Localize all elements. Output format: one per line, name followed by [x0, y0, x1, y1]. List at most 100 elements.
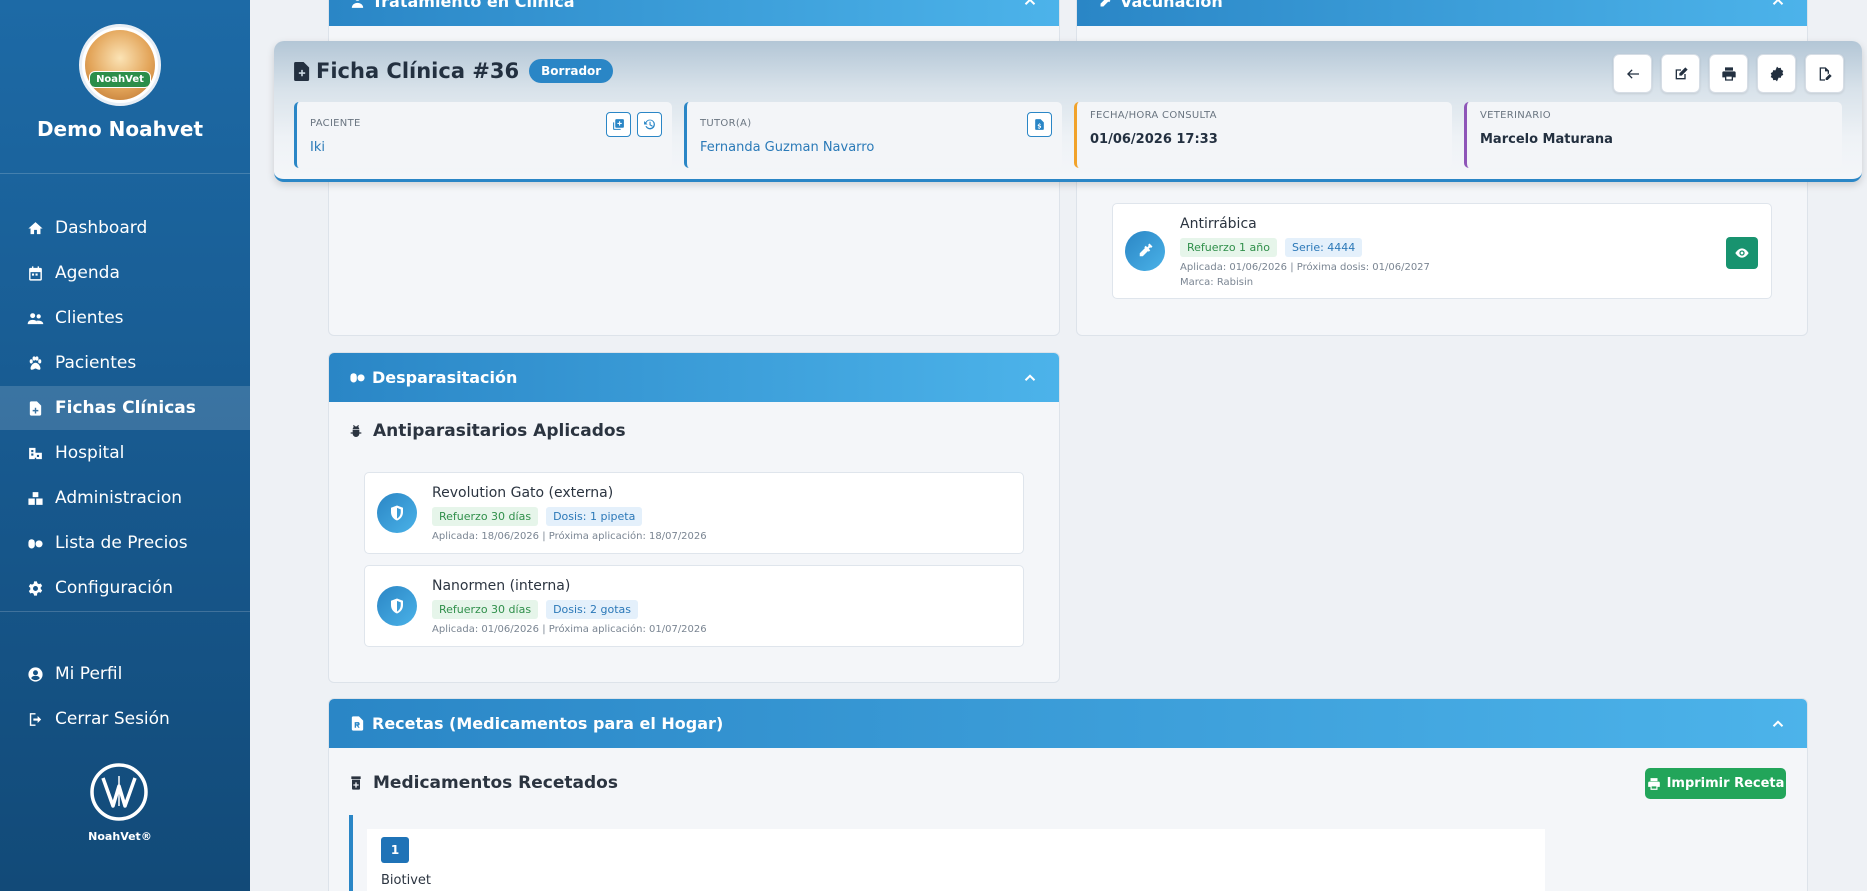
patient-history-button[interactable]: [637, 112, 662, 137]
deworming-panel: Desparasitación Antiparasitarios Aplicad…: [328, 352, 1060, 683]
user-doctor-icon: [351, 0, 364, 8]
view-vaccine-button[interactable]: [1726, 237, 1758, 269]
consult-datetime: 01/06/2026 17:33: [1090, 132, 1218, 147]
antiparasitic-name: Revolution Gato (externa): [432, 485, 614, 501]
deworming-title: Desparasitación: [372, 368, 518, 387]
serial-tag: Serie: 4444: [1285, 238, 1363, 257]
hospital-icon: [26, 444, 44, 462]
shield-icon: [377, 586, 417, 626]
record-header: Ficha Clínica #36 Borrador PACIENTE Iki …: [274, 41, 1862, 182]
sidebar-divider: [0, 611, 250, 612]
vaccine-dates: Aplicada: 01/06/2026 | Próxima dosis: 01…: [1180, 262, 1430, 273]
datetime-label: FECHA/HORA CONSULTA: [1090, 110, 1217, 121]
clinic-logo: NoahVet: [79, 24, 161, 106]
dose-tag: Dosis: 1 pipeta: [546, 507, 643, 526]
print-icon: [1721, 66, 1736, 81]
prescription-icon: [351, 716, 364, 731]
clinic-name: Demo Noahvet: [36, 117, 204, 141]
sidebar-item-dashboard[interactable]: Dashboard: [0, 206, 250, 250]
print-icon: [1647, 777, 1660, 790]
sidebar-item-label: Hospital: [55, 443, 125, 463]
prescription-item: 1 Biotivet: [367, 829, 1545, 891]
sidebar-item-mi-perfil[interactable]: Mi Perfil: [0, 652, 250, 696]
edit-button[interactable]: [1661, 54, 1700, 93]
file-medical-icon: [294, 61, 310, 81]
boxes-icon: [26, 489, 44, 507]
vaccine-brand: Marca: Rabisin: [1180, 277, 1254, 288]
bug-icon: [350, 425, 362, 437]
chevron-up-icon[interactable]: [1769, 0, 1787, 11]
tutor-box: TUTOR(A) Fernanda Guzman Navarro: [684, 102, 1062, 168]
sidebar-item-hospital[interactable]: Hospital: [0, 431, 250, 475]
antiparasitic-name: Nanormen (interna): [432, 578, 571, 594]
sign-button[interactable]: [1805, 54, 1844, 93]
sidebar-item-configuracion[interactable]: Configuración: [0, 566, 250, 610]
patient-link[interactable]: Iki: [310, 140, 325, 155]
sidebar-item-label: Agenda: [55, 263, 120, 283]
tutor-document-button[interactable]: [1027, 112, 1052, 137]
vaccine-name: Antirrábica: [1180, 216, 1257, 232]
sidebar-item-label: Mi Perfil: [55, 664, 123, 684]
file-invoice-icon: [1035, 119, 1044, 130]
prescription-name: Biotivet: [381, 873, 431, 888]
syringe-icon: [1125, 231, 1165, 271]
tutor-link[interactable]: Fernanda Guzman Navarro: [700, 140, 874, 155]
sidebar: NoahVet Demo Noahvet Dashboard Agenda Cl…: [0, 0, 250, 891]
sidebar-item-label: Pacientes: [55, 353, 137, 373]
tutor-label: TUTOR(A): [700, 118, 752, 129]
history-icon: [644, 119, 655, 130]
sidebar-item-pacientes[interactable]: Pacientes: [0, 341, 250, 385]
patient-box: PACIENTE Iki: [294, 102, 672, 168]
calendar-icon: [26, 264, 44, 282]
noahvet-logo: [90, 763, 148, 821]
file-signature-icon: [1819, 66, 1832, 81]
prescription-number: 1: [381, 837, 409, 863]
pills-icon: [350, 373, 365, 383]
sidebar-item-lista-precios[interactable]: Lista de Precios: [0, 521, 250, 565]
eye-icon: [1735, 248, 1749, 258]
booster-tag: Refuerzo 30 días: [432, 600, 539, 619]
antiparasitic-card: Nanormen (interna) Refuerzo 30 días Dosi…: [364, 565, 1024, 647]
footer-brand: NoahVet®: [88, 830, 152, 843]
status-badge: Borrador: [529, 59, 614, 83]
copy-plus-icon: [613, 119, 624, 130]
prescription-bottle-icon: [351, 776, 361, 790]
sidebar-item-administracion[interactable]: Administracion: [0, 476, 250, 520]
sidebar-item-fichas-clinicas[interactable]: Fichas Clínicas: [0, 386, 250, 430]
vaccination-panel-header[interactable]: Vacunación: [1077, 0, 1807, 26]
back-button[interactable]: [1613, 54, 1652, 93]
treatment-title: Tratamiento en Clínica: [372, 0, 575, 11]
certificate-seal-icon: [1770, 66, 1783, 81]
sidebar-item-clientes[interactable]: Clientes: [0, 296, 250, 340]
dose-tag: Dosis: 2 gotas: [546, 600, 638, 619]
sidebar-item-label: Cerrar Sesión: [55, 709, 170, 729]
antiparasitic-dates: Aplicada: 01/06/2026 | Próxima aplicació…: [432, 624, 707, 635]
paw-icon: [26, 354, 44, 372]
veterinarian-name: Marcelo Maturana: [1480, 132, 1613, 147]
sidebar-item-label: Lista de Precios: [55, 533, 188, 553]
patient-clone-button[interactable]: [606, 112, 631, 137]
consult-datetime-box: FECHA/HORA CONSULTA 01/06/2026 17:33: [1074, 102, 1452, 168]
chevron-up-icon[interactable]: [1021, 0, 1039, 11]
vaccine-card: Antirrábica Refuerzo 1 año Serie: 4444 A…: [1112, 203, 1772, 299]
veterinarian-box: VETERINARIO Marcelo Maturana: [1464, 102, 1842, 168]
chevron-up-icon[interactable]: [1769, 715, 1787, 733]
prescriptions-title: Recetas (Medicamentos para el Hogar): [372, 714, 724, 733]
users-icon: [26, 309, 44, 327]
logo-badge: NoahVet: [89, 71, 151, 88]
file-medical-icon: [26, 399, 44, 417]
sidebar-item-agenda[interactable]: Agenda: [0, 251, 250, 295]
prescriptions-panel-header[interactable]: Recetas (Medicamentos para el Hogar): [329, 699, 1807, 748]
prescription-list: 1 Biotivet: [349, 815, 1545, 891]
sidebar-item-label: Clientes: [55, 308, 124, 328]
print-button[interactable]: [1709, 54, 1748, 93]
shield-icon: [377, 493, 417, 533]
arrow-left-icon: [1626, 68, 1639, 79]
deworming-panel-header[interactable]: Desparasitación: [329, 353, 1059, 402]
antiparasitics-heading: Antiparasitarios Aplicados: [348, 421, 626, 441]
sidebar-item-cerrar-sesion[interactable]: Cerrar Sesión: [0, 697, 250, 741]
treatment-panel-header[interactable]: Tratamiento en Clínica: [329, 0, 1059, 26]
certificate-button[interactable]: [1757, 54, 1796, 93]
print-prescription-button[interactable]: Imprimir Receta: [1645, 768, 1786, 799]
chevron-up-icon[interactable]: [1021, 369, 1039, 387]
